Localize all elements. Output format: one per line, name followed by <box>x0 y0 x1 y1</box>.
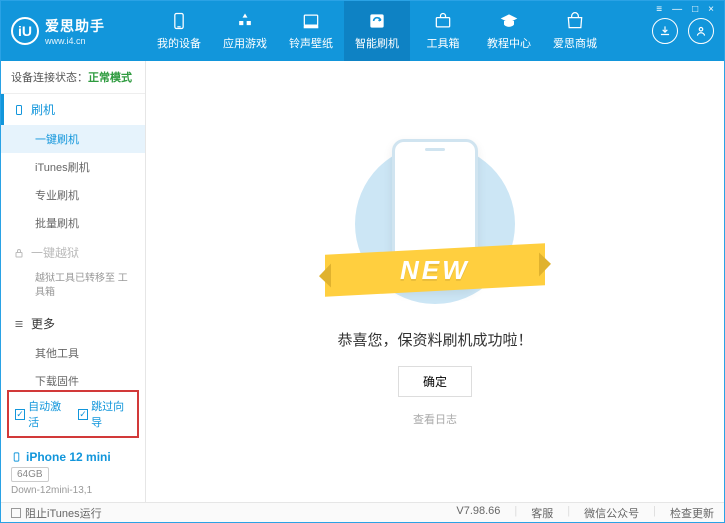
menu-icon[interactable]: ≡ <box>652 4 666 15</box>
status-value: 正常模式 <box>88 72 132 84</box>
phone-icon <box>11 450 22 464</box>
nav-label: 铃声壁纸 <box>289 35 333 51</box>
checkbox-block-itunes[interactable]: 阻止iTunes运行 <box>11 505 102 521</box>
apps-icon <box>235 11 255 31</box>
nav-label: 我的设备 <box>157 35 201 51</box>
app-header: ≡ — □ × iU 爱思助手 www.i4.cn 我的设备 应用游戏 铃声壁纸 <box>1 1 724 61</box>
more-icon <box>13 318 25 330</box>
graduation-icon <box>499 11 519 31</box>
checkbox-label: 自动激活 <box>28 398 68 430</box>
nav-apps-games[interactable]: 应用游戏 <box>212 1 278 61</box>
refresh-icon <box>367 11 387 31</box>
phone-icon <box>13 104 25 116</box>
storage-badge: 64GB <box>11 467 49 482</box>
group-label: 一键越狱 <box>31 244 79 261</box>
success-message: 恭喜您，保资料刷机成功啦！ <box>337 329 532 350</box>
lock-icon <box>13 247 25 259</box>
download-button[interactable] <box>652 18 678 44</box>
logo-area: iU 爱思助手 www.i4.cn <box>1 1 146 61</box>
maximize-button[interactable]: □ <box>688 4 702 15</box>
nav-label: 智能刷机 <box>355 35 399 51</box>
group-label: 更多 <box>31 315 55 332</box>
checkbox-icon: ✓ <box>78 409 88 420</box>
checkbox-skip-guide[interactable]: ✓ 跳过向导 <box>78 398 131 430</box>
sidebar-group-flash[interactable]: 刷机 <box>1 94 145 125</box>
group-label: 刷机 <box>31 101 55 118</box>
device-name[interactable]: iPhone 12 mini <box>11 450 135 464</box>
sidebar-item-other-tools[interactable]: 其他工具 <box>1 339 145 367</box>
device-meta: Down-12mini-13,1 <box>11 485 135 496</box>
toolbox-icon <box>433 11 453 31</box>
status-label: 设备连接状态： <box>11 72 88 84</box>
check-update-link[interactable]: 检查更新 <box>670 505 714 521</box>
new-banner: NEW <box>325 243 545 297</box>
logo-icon: iU <box>11 17 39 45</box>
connection-status: 设备连接状态：正常模式 <box>1 61 145 94</box>
success-illustration: NEW <box>325 139 545 309</box>
phone-icon <box>169 11 189 31</box>
nav-my-device[interactable]: 我的设备 <box>146 1 212 61</box>
nav-tutorials[interactable]: 教程中心 <box>476 1 542 61</box>
sidebar-item-oneclick-flash[interactable]: 一键刷机 <box>1 125 145 153</box>
sidebar-item-itunes-flash[interactable]: iTunes刷机 <box>1 153 145 181</box>
version-label: V7.98.66 <box>456 505 500 521</box>
nav-label: 应用游戏 <box>223 35 267 51</box>
jailbreak-note: 越狱工具已转移至 工具箱 <box>1 268 145 308</box>
nav-label: 工具箱 <box>427 35 460 51</box>
sidebar-item-pro-flash[interactable]: 专业刷机 <box>1 181 145 209</box>
wechat-link[interactable]: 微信公众号 <box>584 505 639 521</box>
wallpaper-icon <box>301 11 321 31</box>
nav-ringtones[interactable]: 铃声壁纸 <box>278 1 344 61</box>
main-content: NEW 恭喜您，保资料刷机成功啦！ 确定 查看日志 <box>146 61 724 504</box>
view-log-link[interactable]: 查看日志 <box>413 411 457 427</box>
user-button[interactable] <box>688 18 714 44</box>
close-button[interactable]: × <box>704 4 718 15</box>
sidebar-group-jailbreak[interactable]: 一键越狱 <box>1 237 145 268</box>
nav-smart-flash[interactable]: 智能刷机 <box>344 1 410 61</box>
footer: 阻止iTunes运行 V7.98.66 | 客服 | 微信公众号 | 检查更新 <box>1 502 724 522</box>
brand-name: 爱思助手 <box>45 16 105 36</box>
store-icon <box>565 11 585 31</box>
checkbox-auto-activate[interactable]: ✓ 自动激活 <box>15 398 68 430</box>
main-nav: 我的设备 应用游戏 铃声壁纸 智能刷机 工具箱 教程中心 <box>146 1 652 61</box>
nav-label: 教程中心 <box>487 35 531 51</box>
nav-toolbox[interactable]: 工具箱 <box>410 1 476 61</box>
checkbox-icon: ✓ <box>15 409 25 420</box>
device-panel: iPhone 12 mini 64GB Down-12mini-13,1 <box>1 442 145 504</box>
sidebar-item-batch-flash[interactable]: 批量刷机 <box>1 209 145 237</box>
support-link[interactable]: 客服 <box>531 505 553 521</box>
download-icon <box>658 24 672 38</box>
sidebar-group-more[interactable]: 更多 <box>1 308 145 339</box>
checkbox-label: 阻止iTunes运行 <box>25 505 102 521</box>
minimize-button[interactable]: — <box>668 4 686 15</box>
user-icon <box>694 24 708 38</box>
options-box: ✓ 自动激活 ✓ 跳过向导 <box>7 390 139 438</box>
checkbox-icon <box>11 508 21 518</box>
sidebar: 设备连接状态：正常模式 刷机 一键刷机 iTunes刷机 专业刷机 批量刷机 <box>1 61 146 504</box>
window-controls: ≡ — □ × <box>652 1 718 17</box>
nav-store[interactable]: 爱思商城 <box>542 1 608 61</box>
sidebar-item-download-firmware[interactable]: 下载固件 <box>1 367 145 386</box>
brand-url: www.i4.cn <box>45 36 105 46</box>
checkbox-label: 跳过向导 <box>91 398 131 430</box>
nav-label: 爱思商城 <box>553 35 597 51</box>
ok-button[interactable]: 确定 <box>398 366 472 397</box>
